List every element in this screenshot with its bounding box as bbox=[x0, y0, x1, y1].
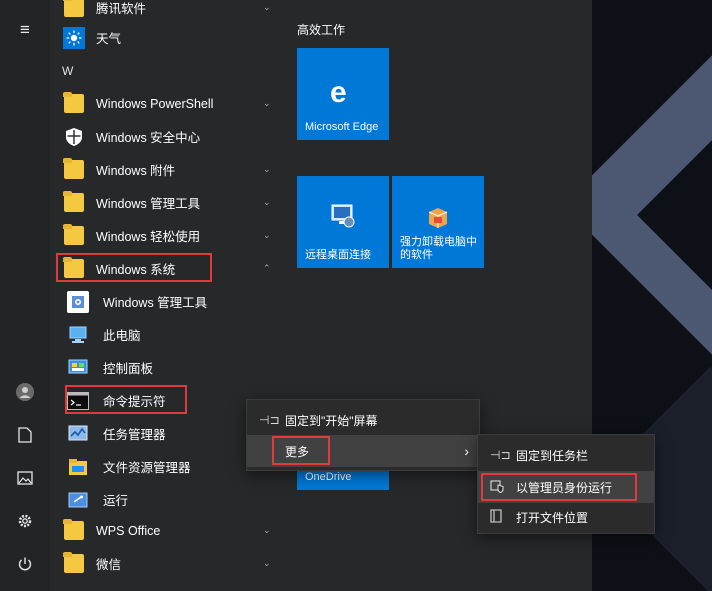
chevron-down-icon: ⌄ bbox=[263, 525, 271, 535]
app-list: 腾讯软件 ⌄ 天气 W Windows PowerShell ⌄ Windows… bbox=[50, 0, 290, 591]
remote-desktop-icon bbox=[330, 203, 356, 234]
tile-uninstaller-label-1: 强力卸载电脑中 bbox=[400, 236, 477, 248]
file-explorer-icon bbox=[67, 456, 89, 478]
app-folder-wechat[interactable]: 微信 ⌄ bbox=[50, 547, 290, 580]
app-this-pc[interactable]: 此电脑 bbox=[50, 318, 290, 351]
file-location-icon bbox=[490, 508, 502, 526]
settings-gear-icon[interactable] bbox=[9, 505, 41, 537]
menu-item-pin-to-taskbar[interactable]: ⊣⊐ 固定到任务栏 bbox=[478, 439, 654, 471]
folder-icon bbox=[63, 519, 85, 542]
chevron-down-icon: ⌄ bbox=[263, 197, 271, 207]
folder-icon bbox=[63, 158, 85, 181]
tile-uninstaller[interactable]: 强力卸载电脑中 的软件 bbox=[392, 176, 484, 268]
tile-remote-desktop[interactable]: 远程桌面连接 bbox=[297, 176, 389, 268]
admin-tools-icon bbox=[67, 290, 89, 313]
folder-icon bbox=[63, 552, 85, 575]
run-icon bbox=[67, 489, 89, 511]
user-avatar-icon[interactable] bbox=[9, 376, 41, 408]
app-system-admin-tools[interactable]: Windows 管理工具 bbox=[50, 285, 290, 318]
edge-icon: e bbox=[330, 76, 347, 109]
folder-icon bbox=[63, 224, 85, 247]
task-manager-icon bbox=[67, 423, 89, 445]
app-folder-wps[interactable]: WPS Office ⌄ bbox=[50, 514, 290, 547]
chevron-down-icon: ⌄ bbox=[263, 98, 271, 108]
weather-sun-icon bbox=[63, 26, 85, 49]
tile-uninstaller-label-2: 的软件 bbox=[400, 249, 433, 261]
app-weather[interactable]: 天气 bbox=[50, 21, 290, 54]
control-panel-icon bbox=[67, 357, 89, 379]
app-folder-admin-tools[interactable]: Windows 管理工具 ⌄ bbox=[50, 186, 290, 219]
chevron-up-icon: ⌃ bbox=[263, 263, 271, 273]
app-control-panel[interactable]: 控制面板 bbox=[50, 351, 290, 384]
uninstaller-icon bbox=[426, 206, 450, 235]
pin-icon: ⊣⊐ bbox=[490, 448, 511, 462]
tile-microsoft-edge[interactable]: e Microsoft Edge bbox=[297, 48, 389, 140]
chevron-down-icon: ⌄ bbox=[263, 230, 271, 240]
highlight-box-run-as-admin bbox=[481, 473, 637, 501]
chevron-down-icon: ⌄ bbox=[263, 2, 271, 12]
menu-item-open-file-location[interactable]: 打开文件位置 bbox=[478, 501, 654, 533]
app-folder-accessories[interactable]: Windows 附件 ⌄ bbox=[50, 153, 290, 186]
folder-icon bbox=[63, 92, 85, 115]
chevron-down-icon: ⌄ bbox=[263, 558, 271, 568]
highlight-box-more bbox=[272, 436, 330, 465]
submenu-more: ⊣⊐ 固定到任务栏 以管理员身份运行 打开文件位置 bbox=[477, 434, 655, 534]
highlight-box-windows-system bbox=[56, 253, 212, 282]
app-folder-powershell[interactable]: Windows PowerShell ⌄ bbox=[50, 87, 290, 120]
pin-icon: ⊣⊐ bbox=[259, 413, 280, 427]
power-icon[interactable] bbox=[9, 548, 41, 580]
context-menu: ⊣⊐ 固定到"开始"屏幕 更多 › bbox=[246, 399, 480, 471]
section-letter-w[interactable]: W bbox=[62, 64, 73, 78]
folder-icon bbox=[63, 191, 85, 214]
folder-icon bbox=[63, 0, 85, 19]
app-folder-ease-of-access[interactable]: Windows 轻松使用 ⌄ bbox=[50, 219, 290, 252]
app-windows-security[interactable]: Windows 安全中心 bbox=[50, 120, 290, 153]
menu-item-pin-to-start[interactable]: ⊣⊐ 固定到"开始"屏幕 bbox=[247, 404, 479, 436]
start-rail: ≡ bbox=[0, 0, 50, 591]
hamburger-menu-icon[interactable]: ≡ bbox=[9, 14, 41, 46]
chevron-right-icon: › bbox=[464, 443, 469, 459]
highlight-box-command-prompt bbox=[65, 385, 187, 414]
chevron-down-icon: ⌄ bbox=[263, 164, 271, 174]
documents-icon[interactable] bbox=[9, 419, 41, 451]
computer-icon bbox=[67, 324, 89, 346]
pictures-icon[interactable] bbox=[9, 462, 41, 494]
app-run[interactable]: 运行 bbox=[50, 483, 290, 516]
shield-icon bbox=[63, 126, 85, 148]
tile-group-title: 高效工作 bbox=[297, 23, 346, 37]
